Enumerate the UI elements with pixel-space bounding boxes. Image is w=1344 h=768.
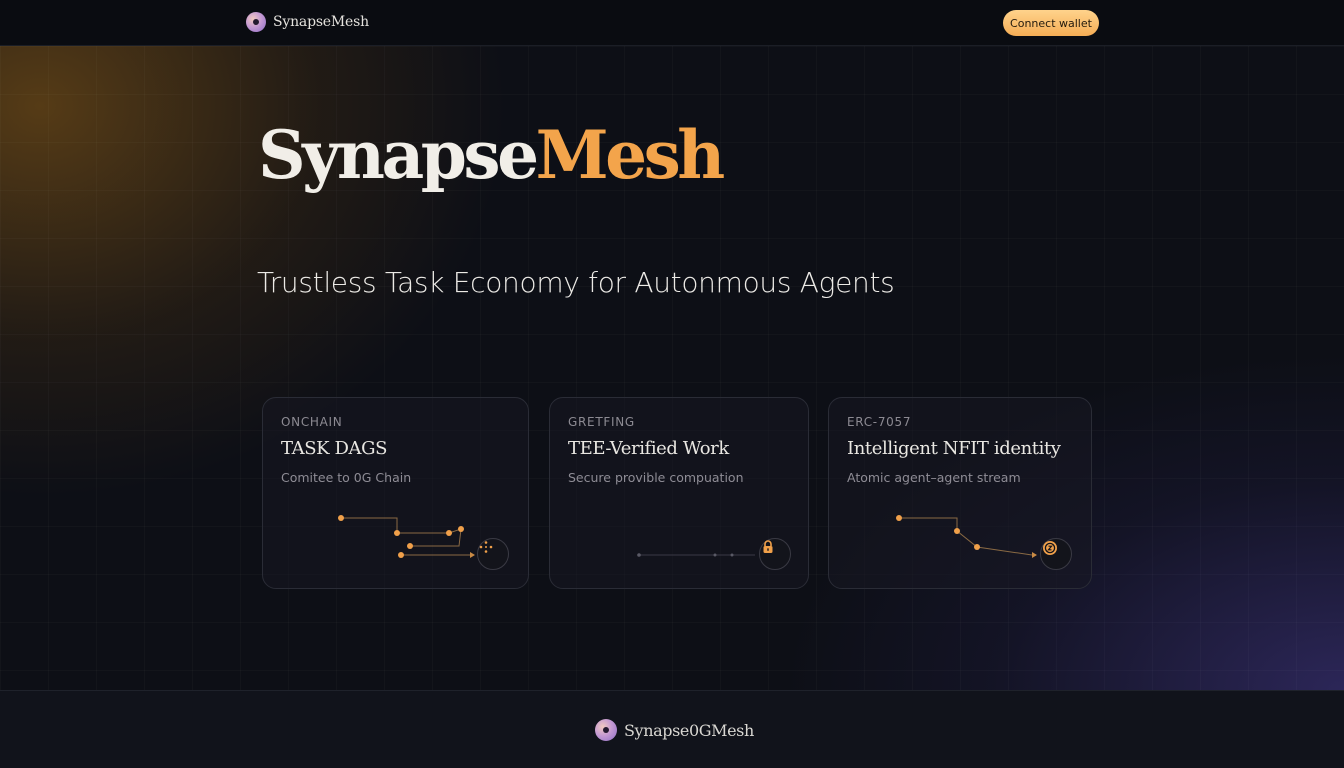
feature-card-task-dags[interactable]: ONCHAIN TASK DAGS Comitee to 0G Chain: [262, 397, 529, 589]
footer: Synapse0GMesh: [0, 690, 1344, 768]
feature-card-tee-verified[interactable]: GRETFING TEE-Verified Work Secure provib…: [549, 397, 809, 589]
top-nav: SynapseMesh Connect wallet: [0, 0, 1344, 46]
logo-orb-icon: [246, 12, 266, 32]
nav-logo[interactable]: SynapseMesh: [246, 12, 369, 32]
lock-icon: [759, 538, 791, 570]
hero-title-accent: Mesh: [535, 116, 726, 194]
hero-section: SynapseMesh Trustless Task Economy for A…: [0, 46, 1344, 690]
hero-title: SynapseMesh: [258, 122, 725, 188]
graph-nodes-icon: [477, 538, 509, 570]
footer-brand-name: Synapse0GMesh: [624, 720, 754, 740]
feature-card-nfit-identity[interactable]: ERC-7057 Intelligent NFIT identity Atomi…: [828, 397, 1092, 589]
hero-title-main: Synapse: [258, 116, 539, 194]
nav-brand-name: SynapseMesh: [273, 14, 369, 30]
coin-icon: [1040, 538, 1072, 570]
footer-logo[interactable]: Synapse0GMesh: [595, 719, 754, 741]
logo-orb-icon: [595, 719, 617, 741]
hero-tagline: Trustless Task Economy for Autonmous Age…: [257, 266, 895, 299]
connect-wallet-button[interactable]: Connect wallet: [1003, 10, 1099, 36]
